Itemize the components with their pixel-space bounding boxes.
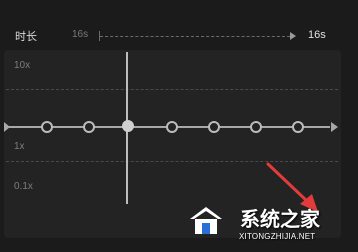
watermark-title: 系统之家 [240,209,320,231]
duration-end-arrow-icon [290,32,296,40]
curve-point-selected[interactable] [122,120,134,132]
axis-label-0.1x: 0.1x [14,181,33,192]
curve-point[interactable] [166,121,178,133]
curve-point[interactable] [208,121,220,133]
axis-label-1x: 1x [14,141,25,152]
duration-label: 时长 [15,31,37,43]
duration-end-value: 16s [308,29,326,41]
axis-label-10x: 10x [14,60,31,71]
curve-point[interactable] [41,121,53,133]
curve-point[interactable] [83,121,95,133]
curve-end-triangle-icon [331,122,338,132]
house-logo-icon [190,207,222,234]
curve-point[interactable] [292,121,304,133]
gridline-top [6,89,338,90]
watermark-url: XITONGZHIJIA.NET [239,232,316,241]
speed-curve-panel: 时长 16s 16s 10x 1x 0.1x 系统之家 XITONGZHIJIA… [0,0,358,252]
duration-track[interactable] [100,36,290,37]
duration-start-value: 16s [72,29,89,40]
curve-point[interactable] [250,121,262,133]
